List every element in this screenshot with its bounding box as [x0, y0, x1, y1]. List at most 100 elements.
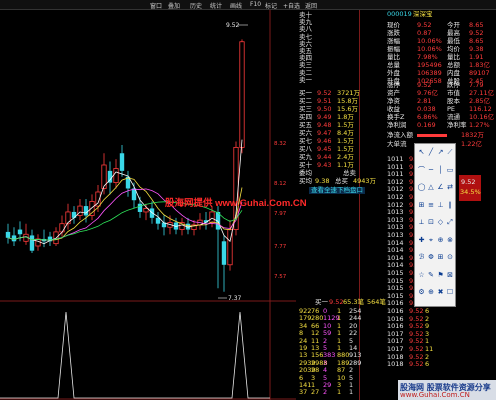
quote-cell: 1.83亿: [469, 61, 490, 69]
toolbar: 窗口 叠加 历史 统计 画线 F10 标记 +自选 返回: [0, 0, 496, 10]
draw-tool-icon[interactable]: ⊙: [446, 253, 455, 262]
draw-tool-icon[interactable]: ✖: [436, 288, 445, 297]
toolbar-add-fav[interactable]: +自选: [283, 1, 300, 10]
stock-name: 深深宝: [413, 10, 433, 18]
finance-cell: 1.27%: [469, 121, 490, 129]
toolbar-window[interactable]: 窗口: [150, 1, 162, 10]
side-badge: 9.52 34.5%: [459, 175, 481, 201]
draw-tool-icon[interactable]: ⊡: [427, 218, 436, 227]
finance-cell: 换手Z: [387, 113, 405, 121]
panel-divider: [359, 10, 360, 400]
tick-cell: 1012: [387, 193, 404, 201]
draw-tool-icon[interactable]: ─: [427, 166, 436, 175]
finance-cell: 7.79: [469, 81, 484, 89]
finance-cell: 市值: [447, 89, 460, 97]
bid-level-volume: 8.4万: [337, 129, 354, 137]
draw-tool-icon[interactable]: ⌖: [427, 236, 436, 245]
quote-cell: 总额: [447, 61, 460, 69]
toolbar-back[interactable]: 返回: [305, 1, 317, 10]
finance-cell: 流通: [447, 113, 460, 121]
toolbar-draw[interactable]: 画线: [230, 1, 242, 10]
finance-cell: 10.16亿: [469, 113, 495, 121]
draw-tool-icon[interactable]: ⟂: [417, 218, 426, 227]
draw-tool-icon[interactable]: ☆: [417, 271, 426, 280]
toolbar-mark[interactable]: 标记: [265, 1, 277, 10]
bid-level-label: 买七: [299, 137, 312, 145]
finance-cell: 2.81: [417, 97, 432, 105]
net-inflow-label: 净流入额: [387, 131, 413, 139]
draw-tool-icon[interactable]: ∥: [446, 201, 455, 210]
tick-cell: 6: [425, 360, 430, 369]
candle-body: [221, 241, 227, 265]
bid-level-label: 买三: [299, 105, 312, 113]
draw-tool-icon[interactable]: ⤢: [446, 218, 455, 227]
axis-label: 8.12: [274, 181, 286, 187]
bid-level-volume: 1.5万: [337, 145, 354, 153]
big-order-value: 1.22亿: [461, 140, 482, 148]
buy-total-label: 总买: [335, 177, 348, 185]
draw-tool-icon[interactable]: ⟋: [446, 148, 455, 157]
toolbar-history[interactable]: 历史: [190, 1, 202, 10]
net-inflow-value: 1832万: [461, 131, 485, 139]
view-depth-button[interactable]: 查看全速下档盘口: [309, 187, 365, 194]
tick-cell: 1018: [387, 360, 404, 369]
draw-tool-icon[interactable]: ≡: [427, 201, 436, 210]
tick-cell: 6: [425, 307, 430, 315]
draw-tool-icon[interactable]: │: [436, 166, 445, 175]
toolbar-overlay[interactable]: 叠加: [168, 1, 180, 10]
tick-cell: 1013: [387, 231, 404, 239]
quote-cell: 8.65: [469, 37, 484, 45]
draw-tool-icon[interactable]: ⊞: [417, 201, 426, 210]
draw-tool-icon[interactable]: ✚: [417, 236, 426, 245]
buy-avg-value: 9.38: [315, 177, 330, 185]
bid-level-price: 9.45: [317, 145, 332, 153]
axis-label: 7.97: [274, 211, 287, 217]
candle-body: [77, 205, 83, 216]
draw-tool-icon[interactable]: ↖: [417, 148, 426, 157]
draw-tool-icon[interactable]: ╱: [427, 148, 436, 157]
bid-level-price: 9.49: [317, 113, 332, 121]
draw-tool-icon[interactable]: ↗: [436, 148, 445, 157]
tick-cell: 1015: [387, 269, 404, 277]
draw-tool-icon[interactable]: ⚑: [436, 271, 445, 280]
tick-summary-label: 买一: [315, 298, 328, 306]
tick-summary-cell: 2: [323, 388, 328, 397]
bid-level-volume: 1.8万: [337, 113, 354, 121]
buy-avg-label: 买均: [299, 177, 312, 185]
draw-tool-icon[interactable]: ⊥: [436, 201, 445, 210]
draw-tool-icon[interactable]: ◯: [417, 183, 426, 192]
draw-tool-icon[interactable]: ⊞: [436, 253, 445, 262]
candle-body: [59, 223, 65, 233]
side-badge-price: 9.52: [461, 178, 476, 186]
quote-cell: 9.52: [417, 21, 432, 29]
draw-tool-icon[interactable]: ☐: [446, 288, 455, 297]
finance-cell: 净利润: [387, 121, 407, 129]
draw-tool-icon[interactable]: ⊕: [436, 236, 445, 245]
draw-tool-icon[interactable]: ⊗: [446, 236, 455, 245]
quote-cell: 现价: [387, 21, 400, 29]
draw-tool-icon[interactable]: ⚙: [417, 288, 426, 297]
bid-level-volume: 1.5万: [337, 121, 354, 129]
toolbar-f10[interactable]: F10: [250, 1, 261, 8]
bid-level-label: 买二: [299, 97, 312, 105]
top-price-label: 9.52: [226, 22, 240, 29]
bid-level-price: 9.50: [317, 105, 332, 113]
draw-tool-icon[interactable]: ∠: [436, 183, 445, 192]
draw-tool-icon[interactable]: ⊕: [427, 288, 436, 297]
toolbar-stats[interactable]: 统计: [210, 1, 222, 10]
draw-tool-icon[interactable]: ⇄: [446, 183, 455, 192]
finance-cell: 9.76亿: [417, 89, 438, 97]
draw-tool-icon[interactable]: ⌒: [417, 166, 426, 175]
draw-tool-icon[interactable]: ⊠: [446, 271, 455, 280]
draw-tool-icon[interactable]: ◇: [436, 218, 445, 227]
draw-tool-icon[interactable]: △: [427, 183, 436, 192]
quote-cell: 89107: [469, 69, 490, 77]
draw-tool-icon[interactable]: ✎: [427, 271, 436, 280]
drawing-tools-palette[interactable]: ↖ ╱ ↗ ⟋ ⌒ ─ │ ▭ ◯ △ ∠ ⇄ ⊞ ≡ ⊥ ∥ ⟂ ⊡ ◇ ⤢ ✚ ⌖ ⊕ ⊗ ℬ Φ ⊞ ⊙ ☆ ✎ ⚑ ⊠ ⚙ ⊕ ✖ ☐: [414, 143, 456, 307]
draw-tool-icon[interactable]: Φ: [427, 253, 436, 262]
watermark: 股海网提供 www.Guhai.Com.CN: [165, 198, 307, 209]
draw-tool-icon[interactable]: ▭: [446, 166, 455, 175]
candle-body: [71, 211, 77, 218]
draw-tool-icon[interactable]: ℬ: [417, 253, 426, 262]
bid-level-volume: 2.4万: [337, 153, 354, 161]
